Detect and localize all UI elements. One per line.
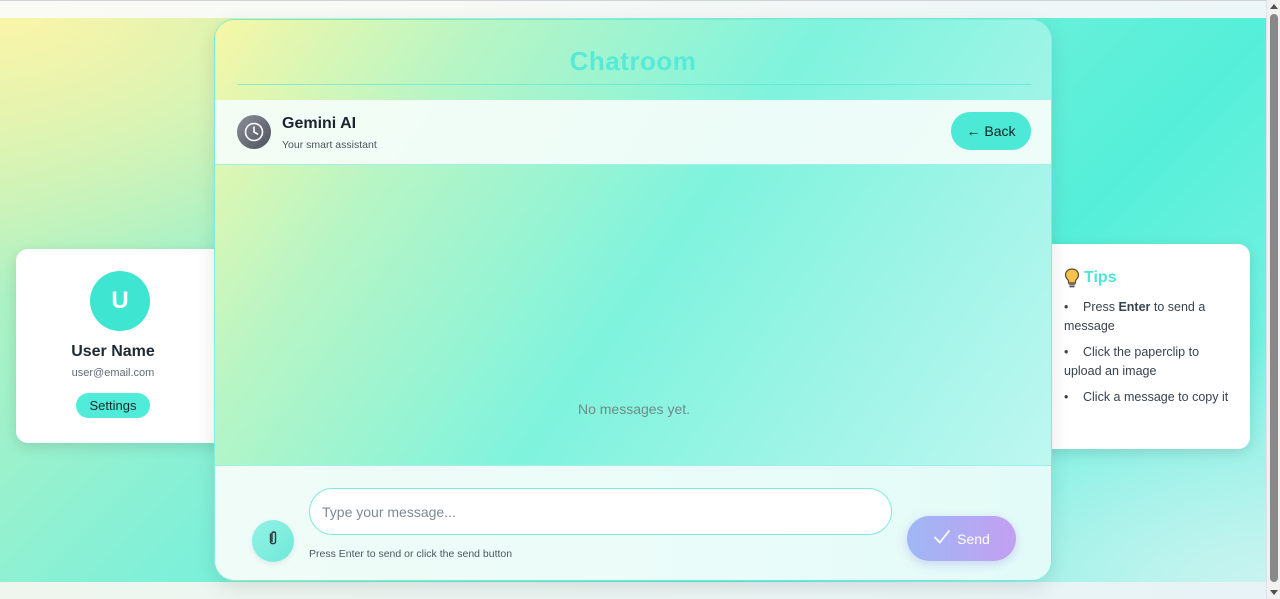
page-bottom-strip xyxy=(0,582,1266,599)
tips-list: • Press Enter to send a message • Click th… xyxy=(1064,298,1230,407)
checkmark-icon xyxy=(933,529,951,548)
paperclip-icon xyxy=(264,529,282,554)
composer: Press Enter to send or click the send bu… xyxy=(215,465,1051,580)
chat-header: Gemini AI Your smart assistant ← Back xyxy=(215,100,1051,165)
chat-window: Chatroom Gemini AI Your smart assistant … xyxy=(214,19,1052,581)
tips-card: Tips • Press Enter to send a message • Cli… xyxy=(1040,244,1250,449)
lightbulb-icon xyxy=(1064,268,1080,288)
profile-email: user@email.com xyxy=(71,367,155,379)
empty-messages-text: No messages yet. xyxy=(577,401,691,417)
page-title: Chatroom xyxy=(569,46,697,76)
tips-header: Tips xyxy=(1064,268,1230,288)
tips-title: Tips xyxy=(1084,269,1117,286)
clock-icon xyxy=(237,115,271,149)
attach-button[interactable] xyxy=(252,520,294,562)
scroll-thumb[interactable] xyxy=(1270,14,1278,582)
tip-item: • Press Enter to send a message xyxy=(1064,300,1206,333)
composer-hint: Press Enter to send or click the send bu… xyxy=(309,548,513,560)
send-label: Send xyxy=(957,530,990,547)
profile-name: User Name xyxy=(71,343,155,360)
scroll-down-arrow-icon[interactable] xyxy=(1270,590,1278,595)
scroll-up-arrow-icon[interactable] xyxy=(1270,4,1278,9)
page-scrollbar[interactable] xyxy=(1266,0,1280,599)
tip-item: • Click the paperclip to upload an image xyxy=(1064,345,1200,378)
profile-card: U User Name user@email.com Settings xyxy=(16,249,226,443)
user-avatar: U xyxy=(90,271,150,331)
settings-button[interactable]: Settings xyxy=(75,393,151,418)
send-button[interactable]: Send xyxy=(907,516,1016,561)
tip-item: • Click a message to copy it xyxy=(1064,390,1229,404)
back-button[interactable]: ← Back xyxy=(951,112,1031,150)
title-divider xyxy=(237,84,1031,85)
bot-name: Gemini AI xyxy=(282,115,357,132)
browser-top-strip xyxy=(0,0,1266,18)
message-input[interactable] xyxy=(309,488,892,535)
message-list[interactable]: No messages yet. xyxy=(215,165,1051,465)
bot-subtitle: Your smart assistant xyxy=(282,139,377,151)
